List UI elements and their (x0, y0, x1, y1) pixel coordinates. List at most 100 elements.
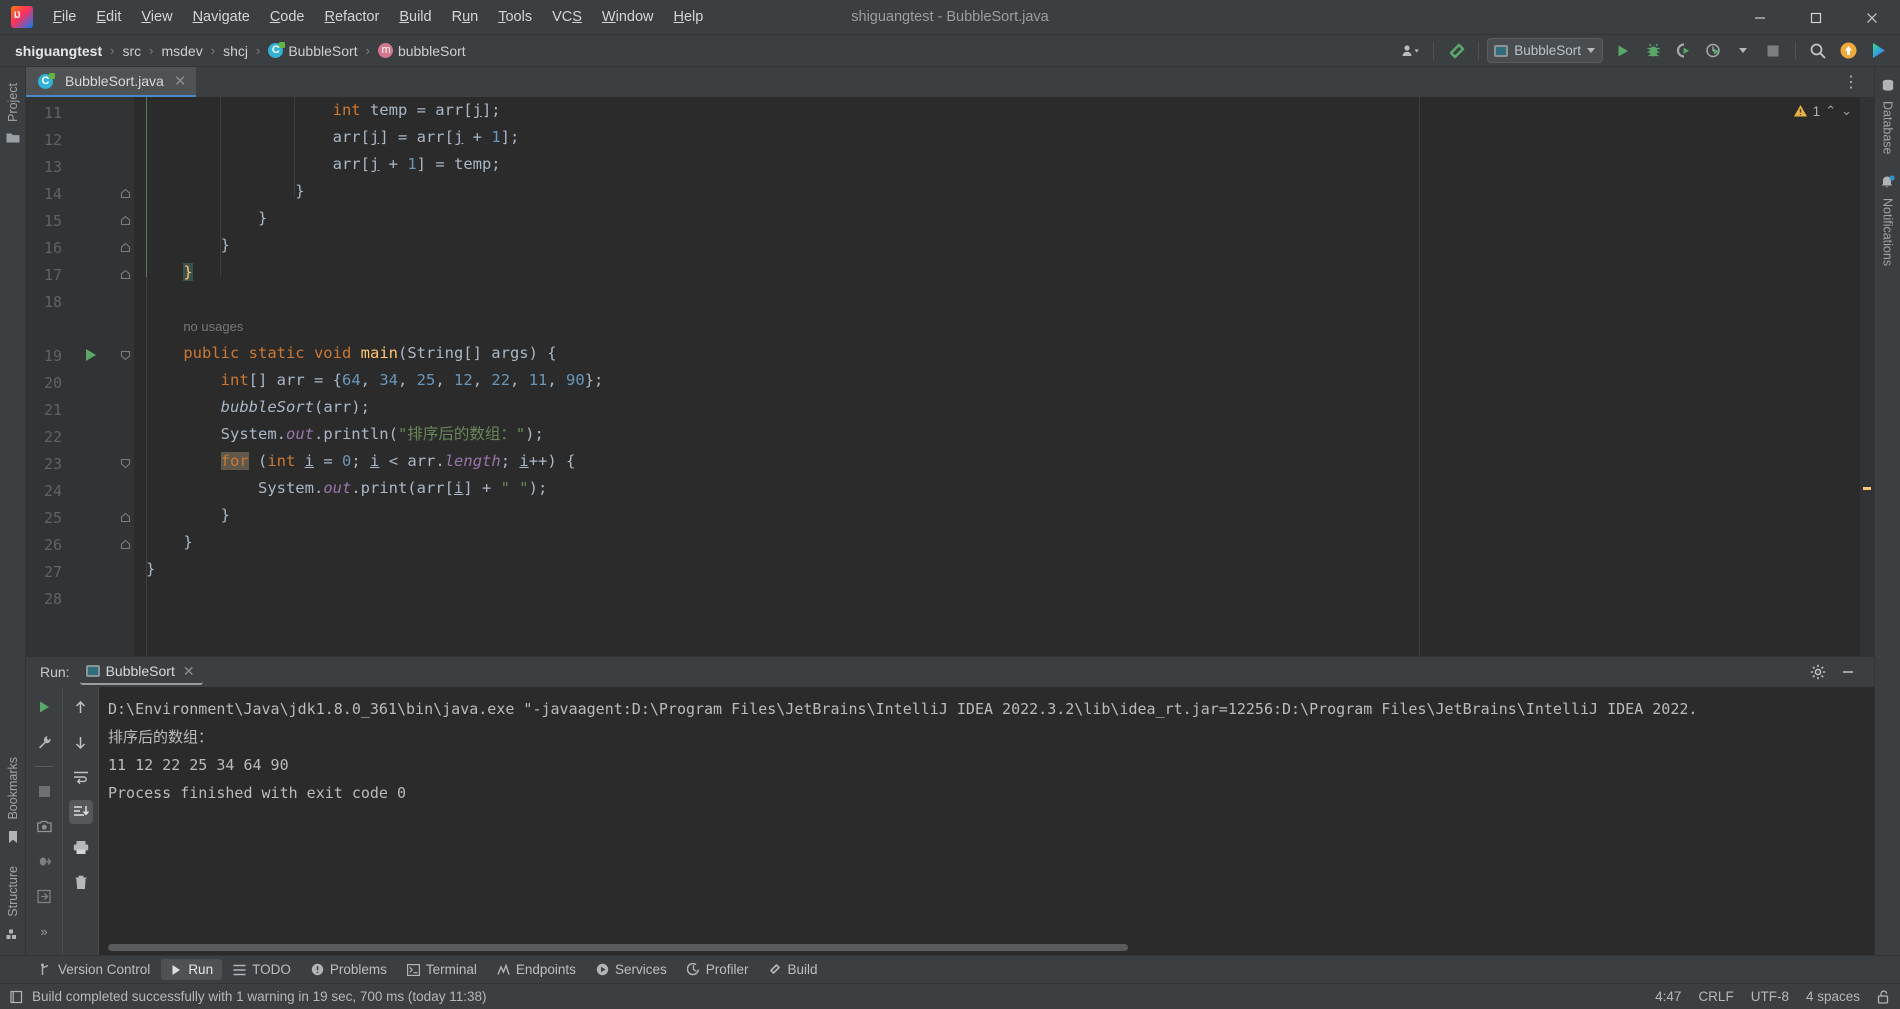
breadcrumb-item-src[interactable]: src (119, 41, 144, 61)
menu-run[interactable]: Run (442, 4, 489, 30)
breadcrumb-item-shcj[interactable]: shcj (220, 41, 251, 61)
toolwindow-button-services[interactable]: Services (587, 959, 676, 980)
run-with-coverage-button[interactable] (1669, 38, 1697, 64)
fold-down-icon[interactable] (120, 350, 131, 361)
run-configuration-selector[interactable]: BubbleSort (1487, 38, 1603, 63)
previous-problem-icon[interactable]: ⌃ (1825, 103, 1836, 119)
toolwindow-button-todo[interactable]: TODO (224, 959, 300, 980)
ai-assistant-icon[interactable] (1864, 38, 1892, 64)
folder-icon[interactable] (6, 132, 20, 144)
main-toolbar: BubbleSort (1397, 38, 1900, 64)
exit-icon[interactable] (32, 884, 56, 908)
stop-icon[interactable] (32, 779, 56, 803)
account-icon[interactable] (1397, 38, 1425, 64)
fold-up-icon[interactable] (120, 269, 131, 280)
next-problem-icon[interactable]: ⌄ (1841, 103, 1852, 119)
fold-down-icon[interactable] (120, 458, 131, 469)
inspection-widget[interactable]: 1 ⌃ ⌄ (1793, 103, 1852, 119)
toolwindow-button-notifications[interactable]: Notifications (1878, 192, 1898, 272)
updates-icon[interactable] (1834, 38, 1862, 64)
toolwindow-button-bookmarks[interactable]: Bookmarks (3, 751, 23, 826)
soft-wrap-icon[interactable] (69, 765, 93, 789)
breadcrumb-item-class[interactable]: BubbleSort (265, 41, 360, 61)
menu-tools[interactable]: Tools (488, 4, 542, 30)
wrench-icon[interactable] (32, 730, 56, 754)
fold-up-icon[interactable] (120, 215, 131, 226)
menu-refactor[interactable]: Refactor (315, 4, 390, 30)
more-actions-icon[interactable]: » (32, 919, 56, 943)
down-arrow-icon[interactable] (69, 730, 93, 754)
indent-setting[interactable]: 4 spaces (1806, 989, 1860, 1004)
trash-icon[interactable] (69, 870, 93, 894)
menu-vcs[interactable]: VCS (542, 4, 592, 30)
fold-up-icon[interactable] (120, 539, 131, 550)
menu-navigate[interactable]: Navigate (183, 4, 260, 30)
code-editor[interactable]: 11 12 13 14 15 16 17 18 19 20 21 22 23 2… (26, 97, 1874, 656)
up-arrow-icon[interactable] (69, 695, 93, 719)
profiler-button[interactable] (1699, 38, 1727, 64)
toolwindow-button-version-control[interactable]: Version Control (30, 959, 159, 980)
profiler-dropdown-icon[interactable] (1729, 38, 1757, 64)
bell-icon[interactable] (1880, 174, 1895, 190)
camera-icon[interactable] (32, 814, 56, 838)
bookmark-icon[interactable] (7, 830, 19, 844)
menu-edit[interactable]: Edit (86, 4, 131, 30)
left-toolwindow-bar-bottom: Bookmarks Structure (3, 751, 23, 955)
gear-icon[interactable] (1810, 664, 1826, 680)
run-icon (172, 964, 181, 975)
fold-up-icon[interactable] (120, 512, 131, 523)
debug-button[interactable] (1639, 38, 1667, 64)
menu-view[interactable]: View (131, 4, 182, 30)
code-text-area[interactable]: int temp = arr[j]; int temp = arr[j]; ar… (134, 97, 1874, 656)
toolwindow-button-endpoints[interactable]: Endpoints (488, 959, 585, 980)
encoding[interactable]: UTF-8 (1751, 989, 1789, 1004)
build-hammer-icon[interactable] (1442, 38, 1470, 64)
stop-button[interactable] (1759, 38, 1787, 64)
minimize-tool-window-icon[interactable] (1840, 664, 1856, 680)
menu-help[interactable]: Help (663, 4, 713, 30)
warning-marker[interactable] (1863, 487, 1871, 490)
editor-tab-bubblesort[interactable]: BubbleSort.java ✕ (26, 67, 197, 97)
minimize-button[interactable] (1732, 0, 1788, 35)
structure-icon[interactable] (6, 928, 19, 941)
toolwindow-button-run[interactable]: Run (161, 959, 223, 980)
scroll-to-end-icon[interactable] (68, 800, 93, 824)
close-button[interactable] (1844, 0, 1900, 35)
rerun-icon[interactable] (32, 695, 56, 719)
editor-options-icon[interactable]: ⋮ (1837, 72, 1866, 92)
print-icon[interactable] (69, 835, 93, 859)
run-gutter-icon[interactable] (86, 349, 96, 361)
fold-up-icon[interactable] (120, 188, 131, 199)
search-everywhere-icon[interactable] (1804, 38, 1832, 64)
menu-code[interactable]: Code (260, 4, 315, 30)
console-output[interactable]: D:\Environment\Java\jdk1.8.0_361\bin\jav… (98, 687, 1874, 955)
close-icon[interactable]: ✕ (183, 663, 195, 680)
console-horizontal-scrollbar[interactable] (108, 944, 1128, 951)
fold-up-icon[interactable] (120, 242, 131, 253)
toolwindow-button-project[interactable]: Project (3, 77, 23, 128)
caret-position[interactable]: 4:47 (1655, 989, 1681, 1004)
menu-window[interactable]: Window (592, 4, 664, 30)
toolwindow-button-database[interactable]: Database (1878, 95, 1898, 161)
unlocked-icon[interactable] (1877, 989, 1890, 1004)
menu-file[interactable]: File (43, 4, 86, 30)
dump-threads-icon[interactable] (32, 849, 56, 873)
toolwindow-button-build[interactable]: Build (759, 959, 826, 980)
toolwindow-button-profiler[interactable]: Profiler (678, 959, 758, 980)
run-button[interactable] (1609, 38, 1637, 64)
toolwindow-button-problems[interactable]: Problems (302, 959, 396, 980)
breadcrumb-item-method[interactable]: bubbleSort (375, 41, 469, 61)
maximize-button[interactable] (1788, 0, 1844, 35)
breadcrumb-item-msdev[interactable]: msdev (158, 41, 205, 61)
editor-gutter[interactable]: 11 12 13 14 15 16 17 18 19 20 21 22 23 2… (26, 97, 134, 656)
toolwindow-button-structure[interactable]: Structure (3, 860, 23, 923)
analysis-scrollbar[interactable] (1860, 97, 1874, 656)
menu-build[interactable]: Build (389, 4, 441, 30)
breadcrumb-item-project[interactable]: shiguangtest (12, 41, 105, 61)
close-icon[interactable]: ✕ (174, 72, 187, 90)
line-separator[interactable]: CRLF (1698, 989, 1733, 1004)
database-icon[interactable] (1881, 79, 1895, 93)
toolwindow-button-terminal[interactable]: Terminal (398, 959, 486, 980)
run-tab-bubblesort[interactable]: BubbleSort ✕ (79, 660, 203, 685)
menu-bar[interactable]: File Edit View Navigate Code Refactor Bu… (43, 0, 713, 34)
